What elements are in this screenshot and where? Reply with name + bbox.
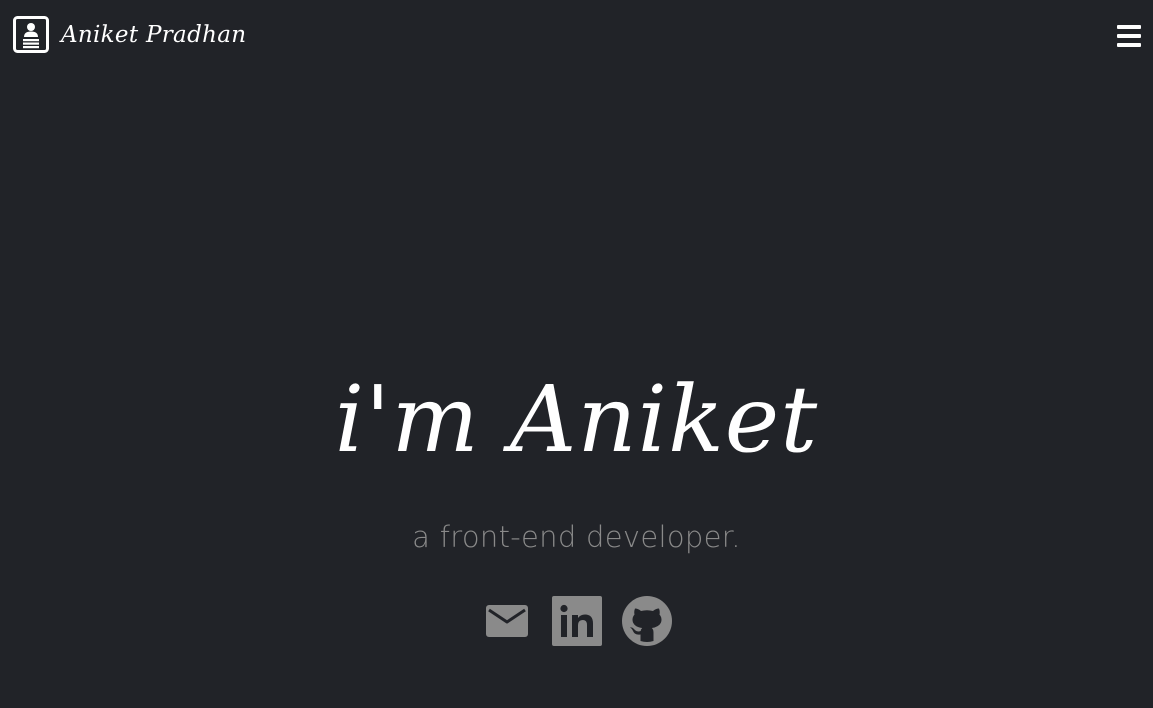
hero-subtitle: a front-end developer. (412, 520, 741, 554)
linkedin-link[interactable] (551, 596, 602, 646)
hero-title: i'm Aniket (334, 366, 819, 473)
navbar: Aniket Pradhan (0, 0, 1153, 72)
brand-name: Aniket Pradhan (61, 21, 247, 48)
linkedin-icon (551, 596, 602, 646)
brand-link[interactable]: Aniket Pradhan (13, 16, 246, 53)
social-links (0, 596, 1153, 646)
github-icon (621, 596, 672, 646)
contact-card-icon (13, 16, 49, 53)
email-icon (485, 605, 528, 637)
github-link[interactable] (621, 596, 672, 646)
page: Aniket Pradhan i'm Aniket a front-end de… (0, 0, 1153, 708)
hamburger-menu-icon[interactable] (1117, 25, 1141, 47)
email-link[interactable] (482, 596, 532, 646)
hero-section: i'm Aniket a front-end developer. (0, 355, 1153, 555)
